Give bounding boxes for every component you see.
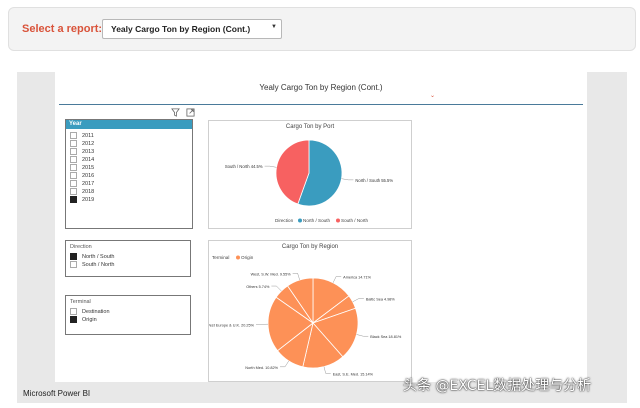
data-label: West, S.W. Med. 9.55% (251, 272, 292, 276)
direction-slicer-title: Direction (70, 244, 92, 250)
year-slicer-list: 2011 2012 2013 2014 2015 2016 2017 2018 2019 (70, 132, 94, 204)
report-select[interactable]: Yealy Cargo Ton by Region (Cont.) ▼ (102, 19, 282, 39)
leader-line (292, 273, 300, 281)
cargo-by-region-chart[interactable]: Cargo Ton by Region America 14.71% Baltic… (208, 240, 412, 382)
year-item-label: 2016 (82, 172, 95, 179)
year-item-label: 2011 (82, 132, 94, 139)
cargo-by-port-chart[interactable]: Cargo Ton by Port North / South 55.5% Sou… (208, 120, 412, 229)
year-slicer: Year 2011 2012 2013 2014 2015 2016 2017 2018 201… (65, 119, 193, 229)
data-label: America 14.71% (343, 275, 371, 279)
checkbox[interactable] (70, 156, 77, 163)
year-slicer-header: Year (66, 120, 192, 129)
year-item[interactable]: 2017 (70, 180, 94, 188)
data-label: Baltic Sea 4.98% (366, 298, 396, 302)
leader-line (356, 334, 369, 337)
data-label: Norrh. West Europe & U.K. 20.25% (209, 323, 255, 327)
checkbox[interactable] (70, 180, 77, 187)
year-item-label: 2013 (82, 148, 95, 155)
year-item[interactable]: 2013 (70, 148, 94, 156)
terminal-item[interactable]: Destination (70, 308, 110, 316)
terminal-slicer: Terminal Destination Origin (65, 295, 191, 335)
terminal-item-label: Destination (82, 308, 110, 315)
checkbox[interactable] (70, 253, 77, 260)
leader-line (279, 360, 289, 368)
legend-title: Direction (275, 218, 294, 223)
year-item-label: 2017 (82, 180, 95, 187)
data-label: Others 5.74% (246, 285, 270, 289)
powerbi-viewer: Yealy Cargo Ton by Region (Cont.) ⌄ Year… (17, 72, 627, 403)
data-label: North Med. 10.82% (245, 366, 278, 370)
direction-item-label: South / North (82, 261, 115, 268)
year-item[interactable]: 2015 (70, 164, 94, 172)
leader-line (323, 366, 331, 374)
focus-mode-icon[interactable] (186, 108, 195, 119)
year-item[interactable]: 2019 (70, 196, 94, 204)
year-item-label: 2015 (82, 164, 95, 171)
watermark: 头条 @EXCEL数据处理与分析 (403, 378, 592, 394)
direction-item[interactable]: South / North (70, 261, 114, 269)
year-item[interactable]: 2011 (70, 132, 94, 140)
legend-entry[interactable]: North / South (303, 218, 331, 223)
legend-title: Terminal (212, 255, 229, 260)
checkbox[interactable] (70, 140, 77, 147)
checkbox[interactable] (70, 164, 77, 171)
year-item-label: 2018 (82, 188, 95, 195)
leader-line (271, 285, 282, 292)
direction-slicer: Direction North / South South / North (65, 240, 191, 277)
checkbox[interactable] (70, 261, 77, 268)
page-caret-icon: ⌄ (430, 93, 436, 99)
data-label: Black Sea 18.81% (370, 335, 402, 339)
terminal-slicer-list: Destination Origin (70, 308, 110, 324)
leader-line (264, 165, 277, 168)
checkbox[interactable] (70, 308, 77, 315)
report-selector-bar: Select a report: Yealy Cargo Ton by Regi… (8, 7, 636, 51)
data-label: East, S.E. Med. 15.14% (333, 372, 374, 376)
report-page: Yealy Cargo Ton by Region (Cont.) ⌄ Year… (55, 72, 587, 382)
region-pie-svg: America 14.71% Baltic Sea 4.98% Black Sea … (209, 255, 402, 376)
checkbox[interactable] (70, 148, 77, 155)
direction-item[interactable]: North / South (70, 253, 114, 261)
checkbox[interactable] (70, 188, 77, 195)
powerbi-brand: Microsoft Power BI (23, 389, 91, 398)
year-item[interactable]: 2018 (70, 188, 94, 196)
legend-marker (298, 218, 302, 223)
leader-line (352, 298, 364, 303)
terminal-item[interactable]: Origin (70, 316, 110, 324)
report-select-value: Yealy Cargo Ton by Region (Cont.) (111, 24, 251, 34)
leader-line (332, 276, 342, 283)
legend-entry[interactable]: Origin (241, 255, 254, 260)
legend-entry[interactable]: South / North (341, 218, 369, 223)
direction-item-label: North / South (82, 253, 115, 260)
leader-line (341, 178, 354, 181)
port-pie-svg: North / South 55.5% South / North 44.5% Di… (225, 139, 393, 223)
report-title: Yealy Cargo Ton by Region (Cont.) (259, 83, 383, 92)
year-item-label: 2014 (82, 156, 95, 163)
year-item-label: 2012 (82, 140, 95, 147)
year-item[interactable]: 2012 (70, 140, 94, 148)
year-item[interactable]: 2016 (70, 172, 94, 180)
filter-icon[interactable] (171, 108, 183, 119)
checkbox[interactable] (70, 196, 77, 203)
direction-slicer-list: North / South South / North (70, 253, 114, 269)
select-report-label: Select a report: (22, 23, 103, 35)
legend-marker (236, 255, 240, 260)
year-item-label: 2019 (82, 196, 95, 203)
checkbox[interactable] (70, 316, 77, 323)
checkbox[interactable] (70, 172, 77, 179)
year-item[interactable]: 2014 (70, 156, 94, 164)
data-label: North / South 55.5% (355, 178, 393, 183)
checkbox[interactable] (70, 132, 77, 139)
legend-marker (336, 218, 340, 223)
data-label: South / North 44.5% (225, 164, 263, 169)
terminal-slicer-title: Terminal (70, 299, 91, 305)
terminal-item-label: Origin (82, 316, 97, 323)
chevron-down-icon: ▼ (271, 24, 277, 30)
visual-header-icons (168, 108, 195, 119)
title-divider (59, 104, 583, 105)
